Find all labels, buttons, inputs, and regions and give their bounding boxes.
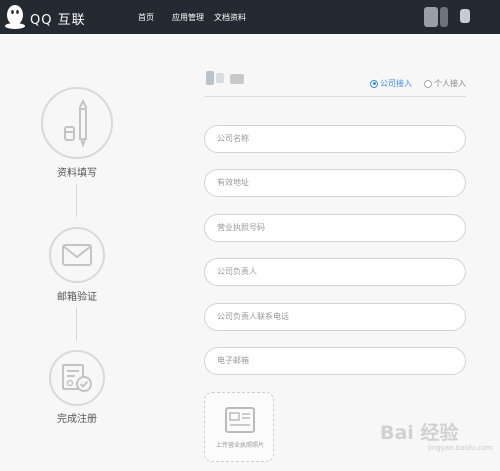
step-email-verify <box>49 227 105 283</box>
blurred-account-name <box>216 73 224 83</box>
step-fill-info <box>41 87 113 159</box>
user-avatar-shadow <box>440 7 448 27</box>
manager-input[interactable]: 公司负责人 <box>204 258 466 286</box>
user-avatar[interactable] <box>424 7 438 27</box>
radio-label[interactable]: 公司接入 <box>380 78 412 89</box>
step-label-complete-registration: 完成注册 <box>57 414 97 425</box>
license-number-input[interactable]: 营业执照号码 <box>204 214 466 242</box>
nav-documentation[interactable]: 文档资料 <box>214 12 246 23</box>
brand-title[interactable]: QQ 互联 <box>30 9 86 28</box>
certificate-icon <box>62 364 92 392</box>
step-connector <box>76 184 77 217</box>
user-name-blurred[interactable] <box>460 9 470 23</box>
manager-phone-input[interactable]: 公司负责人联系电话 <box>204 303 466 331</box>
company-name-input[interactable]: 公司名称 <box>204 125 466 153</box>
top-navbar: QQ 互联 首页 应用管理 文档资料 <box>0 0 500 34</box>
upload-license-button[interactable]: 上传营业执照照片 <box>204 392 274 462</box>
id-card-icon <box>225 407 255 433</box>
pen-icon <box>64 99 87 147</box>
step-label-fill-info: 资料填写 <box>57 168 97 179</box>
step-complete-registration <box>49 350 105 406</box>
step-connector <box>76 307 77 341</box>
upload-label: 上传营业执照照片 <box>215 442 264 449</box>
radio-company-access[interactable]: 公司接入 <box>370 78 412 89</box>
qq-penguin-logo-icon[interactable] <box>4 4 26 30</box>
address-input[interactable]: 有效地址 <box>204 169 466 197</box>
radio-unselected-icon[interactable] <box>424 79 432 88</box>
baidu-jingyan-watermark: Bai 经验 <box>380 422 459 444</box>
envelope-icon <box>62 244 92 266</box>
nav-app-management[interactable]: 应用管理 <box>172 12 204 23</box>
nav-home[interactable]: 首页 <box>138 12 154 23</box>
blurred-account-name <box>206 71 214 85</box>
step-label-email-verify: 邮箱验证 <box>57 292 97 303</box>
radio-personal-access[interactable]: 个人接入 <box>424 78 466 89</box>
email-input[interactable]: 电子邮箱 <box>204 347 466 375</box>
radio-label[interactable]: 个人接入 <box>434 78 466 89</box>
watermark-url: jingyan.baidu.com <box>428 444 493 452</box>
header-divider <box>204 96 466 97</box>
radio-selected-icon[interactable] <box>370 79 378 88</box>
blurred-account-name <box>230 74 244 84</box>
